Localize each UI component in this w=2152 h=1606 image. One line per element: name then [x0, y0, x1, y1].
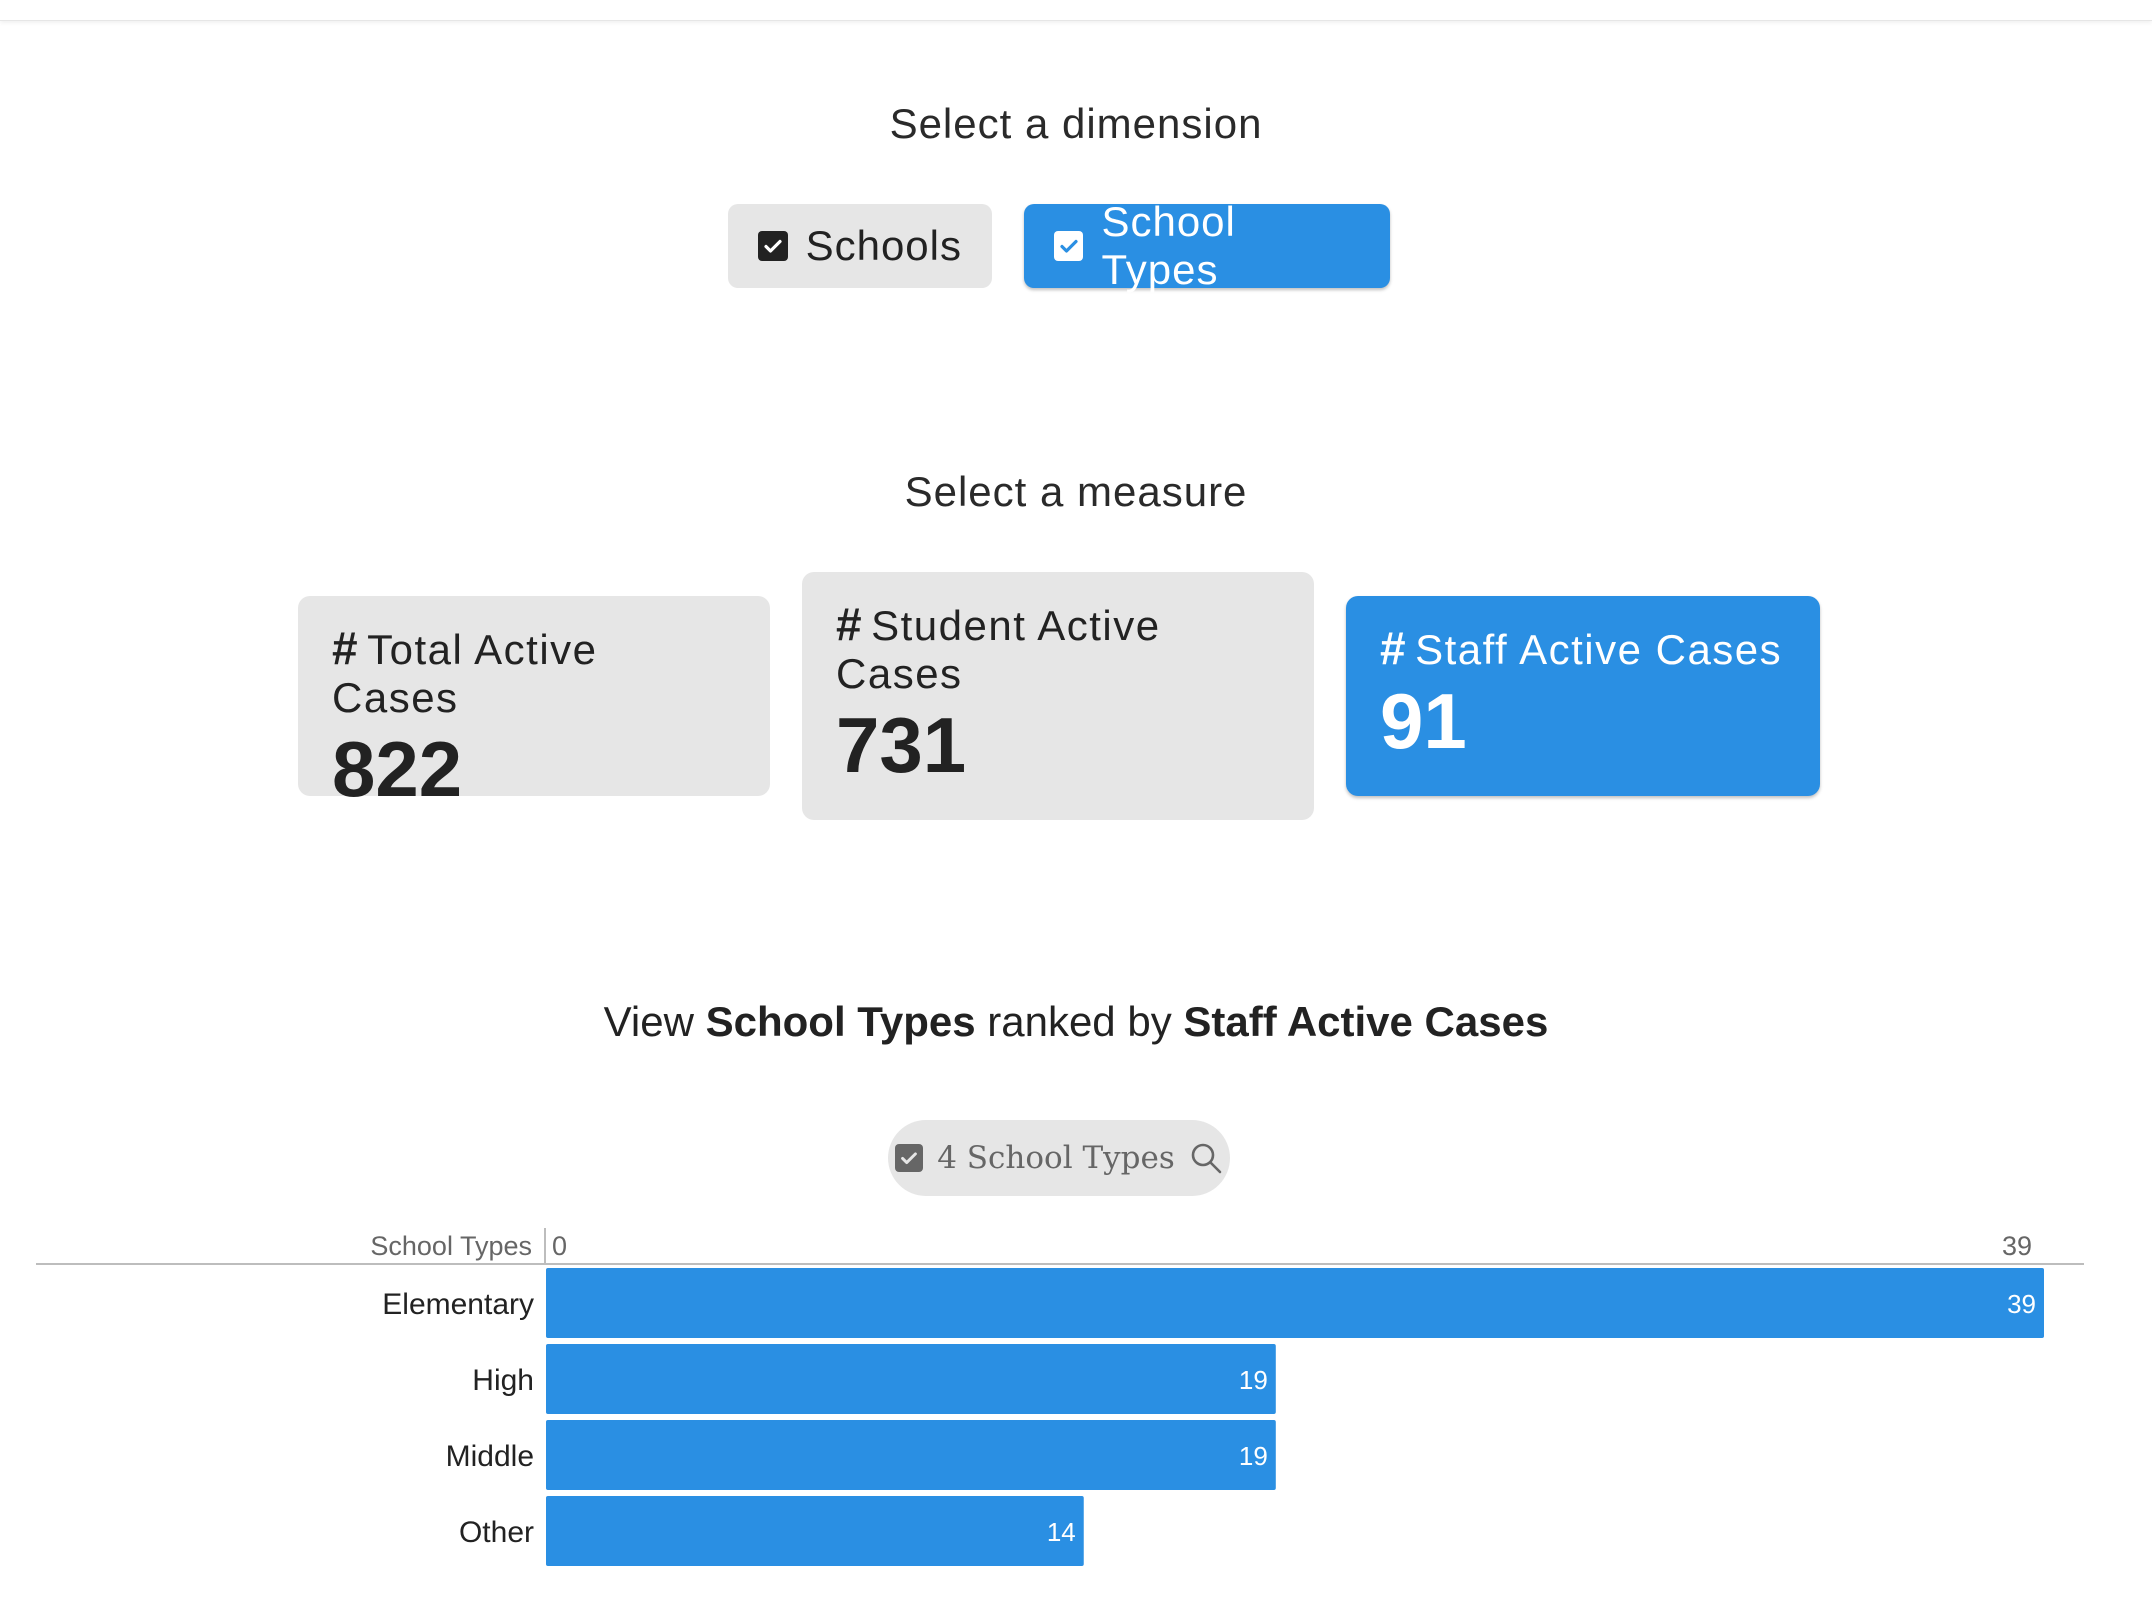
dimension-schools-button[interactable]: Schools [728, 204, 992, 288]
hash-icon: # [332, 622, 360, 674]
category-label-middle: Middle [446, 1440, 534, 1473]
bar-value-label-other: 14 [1047, 1517, 1076, 1547]
checkbox-checked-icon [758, 231, 788, 261]
measure-title: Select a measure [904, 468, 1248, 515]
measure-card-staff-active-cases[interactable]: # Staff Active Cases 91 [1346, 596, 1820, 796]
ranked-bar-chart: School Types 0 39 Elementary 39 High 19 Midd… [0, 1220, 2152, 1600]
filter-label: 4 School Types [937, 1140, 1175, 1176]
category-label-elementary: Elementary [382, 1288, 534, 1321]
bar-middle[interactable] [546, 1420, 1276, 1490]
category-label-other: Other [459, 1516, 534, 1549]
bar-high[interactable] [546, 1344, 1276, 1414]
card-value: 731 [836, 701, 967, 789]
ranked-middle: ranked by [987, 998, 1172, 1045]
bar-chart-svg: School Types 0 39 Elementary 39 High 19 Midd… [36, 1228, 2084, 1566]
card-label: # Staff Active Cases [1380, 622, 1783, 674]
hash-icon: # [836, 598, 864, 650]
checkbox-checked-icon [895, 1144, 924, 1172]
bar-value-label-middle: 19 [1239, 1441, 1268, 1471]
measure-card-total-active-cases[interactable]: # Total Active Cases 822 [298, 596, 770, 813]
card-label: # Student Active Cases [836, 598, 1161, 697]
dimension-school-types-button[interactable]: School Types [1024, 198, 1390, 293]
axis-min-label: 0 [552, 1231, 567, 1261]
card-label: # Total Active Cases [332, 622, 598, 721]
bar-value-label-high: 19 [1239, 1365, 1268, 1395]
dashboard-page: Select a dimension Schools School Types … [0, 0, 2152, 1606]
measure-card-student-active-cases[interactable]: # Student Active Cases 731 [802, 572, 1314, 820]
dimension-schools-label: Schools [805, 222, 962, 269]
dimension-title: Select a dimension [889, 100, 1263, 147]
checkbox-checked-icon [1054, 231, 1084, 261]
ranked-prefix: View [603, 998, 694, 1045]
ranked-view-title: View School Types ranked by Staff Active… [0, 998, 2152, 1046]
card-value: 91 [1380, 677, 1467, 765]
card-value: 822 [332, 725, 463, 813]
bar-elementary[interactable] [546, 1268, 2044, 1338]
hash-icon: # [1380, 622, 1408, 674]
bar-other[interactable] [546, 1496, 1084, 1566]
category-label-high: High [472, 1364, 534, 1397]
search-icon[interactable] [1189, 1141, 1223, 1175]
ranked-dimension: School Types [705, 998, 976, 1045]
dimension-school-types-label: School Types [1101, 198, 1236, 293]
axis-max-label: 39 [2002, 1231, 2032, 1261]
bar-value-label-elementary: 39 [2007, 1289, 2036, 1319]
ranked-measure: Staff Active Cases [1183, 998, 1549, 1045]
category-axis-header: School Types [370, 1231, 532, 1261]
top-bar [0, 0, 2152, 21]
school-types-filter-pill[interactable]: 4 School Types [888, 1120, 1230, 1196]
bars-group: Elementary 39 High 19 Middle 19 Other 14 [382, 1268, 2044, 1566]
